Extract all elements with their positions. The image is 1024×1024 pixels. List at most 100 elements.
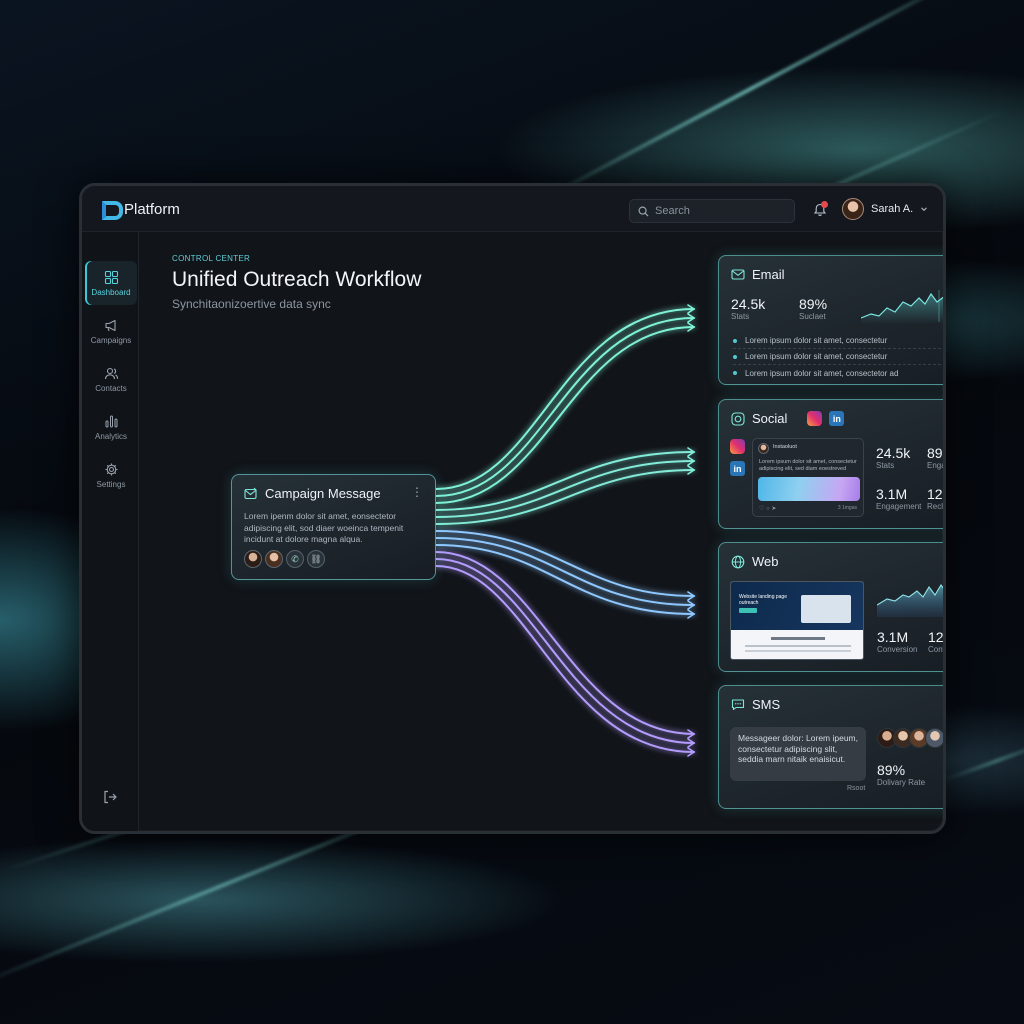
card-title: Campaign Message — [265, 486, 381, 501]
people-icon — [104, 367, 118, 379]
megaphone-icon — [104, 319, 116, 331]
website-headline: Website landing page outreach — [739, 594, 787, 606]
email-card[interactable]: Email ⋮ 24.5k Stats 89% Suclaet — [718, 255, 943, 385]
sms-message-bubble: Messageer dolor: Lorem ipeum, consectetu… — [730, 727, 866, 781]
sidebar: Dashboard Campaigns Contacts Analytics S… — [82, 232, 139, 831]
user-name: Sarah A. — [871, 203, 914, 215]
light-streak — [939, 739, 1024, 783]
flow-line-email — [435, 308, 695, 490]
search-box[interactable] — [629, 199, 795, 223]
sidebar-item-label: Campaigns — [90, 335, 132, 345]
web-card[interactable]: Web ⋮ Website landing page outreach — [718, 542, 944, 672]
social-stat: 12k Reclation — [927, 486, 944, 511]
instagram-icon[interactable] — [730, 439, 745, 454]
flow-line-email — [435, 326, 695, 504]
social-stat: 89% Engageme — [927, 445, 946, 470]
stat-value: 24.5k — [731, 296, 766, 312]
sidebar-item-label: Analytics — [94, 431, 127, 441]
social-post-preview[interactable]: Instaoluot Lorem ipsum dolor sit amet, c… — [752, 438, 864, 517]
app-window: Platform Sarah A. — [79, 183, 946, 834]
list-item[interactable]: Lorem ipsum dolor sit amet, consectetor … — [733, 365, 943, 381]
sidebar-item-analytics[interactable]: Analytics — [85, 405, 137, 449]
sms-card[interactable]: SMS ⋮ Messageer dolor: Lorem ipeum, cons… — [718, 685, 943, 809]
card-title: Email — [752, 267, 785, 282]
instagram-icon — [807, 411, 823, 426]
campaign-message-card[interactable]: Campaign Message ⋮ Lorem ipenm dolor sit… — [231, 474, 436, 580]
stat-label: Suclaet — [799, 312, 826, 321]
sidebar-item-label: Contacts — [95, 383, 127, 393]
mail-edit-icon — [244, 487, 257, 500]
list-item[interactable]: Lorem ipsum dolor sit amet, consectetur⋯ — [733, 349, 943, 365]
social-stat: 3.1M Engagement — [876, 486, 922, 511]
logo-icon — [100, 199, 123, 220]
linkedin-icon: in — [829, 411, 845, 426]
web-stat: 12k Conversion — [928, 629, 944, 654]
avatar — [842, 198, 864, 220]
gear-icon — [105, 463, 117, 475]
search-icon — [638, 206, 649, 217]
list-item[interactable]: Lorem ipsum dolor sit amet, consectetur⋯ — [733, 333, 943, 349]
campaign-participants: ✆ ⛓ — [244, 550, 325, 568]
social-card[interactable]: Social in ⋮ in Instaoluot Lorem ipsum do… — [718, 399, 946, 529]
post-author: Instaoluot — [773, 444, 797, 450]
grid-icon — [104, 270, 118, 284]
sidebar-item-label: Dashboard — [91, 287, 131, 297]
sms-stat: 89% Dolivary Rate — [877, 762, 925, 787]
chat-icon — [731, 699, 745, 711]
avatar — [265, 550, 283, 568]
sms-message-meta: Rsoot — [847, 785, 866, 792]
flow-line-web — [435, 544, 695, 615]
card-header: Web — [731, 554, 779, 569]
email-stat: 89% Suclaet — [799, 296, 827, 321]
user-menu[interactable]: Sarah A. — [842, 198, 928, 220]
light-streak — [519, 0, 980, 213]
post-footer: 3 1mgas — [837, 505, 857, 511]
email-sparkline — [861, 290, 943, 324]
flow-line-social — [435, 460, 695, 518]
card-title: SMS — [752, 697, 781, 712]
stat-label: Stats — [731, 312, 750, 321]
post-image — [758, 477, 860, 501]
bar-chart-icon — [105, 415, 117, 427]
avatar — [758, 443, 769, 454]
card-header: Email — [731, 267, 785, 282]
website-cta — [739, 608, 757, 613]
globe-icon — [731, 555, 745, 568]
notification-badge — [821, 201, 828, 208]
flow-line-social — [435, 451, 695, 511]
link-icon[interactable]: ⛓ — [307, 550, 325, 568]
sidebar-item-label: Settings — [96, 479, 126, 489]
sms-recipients — [877, 728, 943, 748]
search-input[interactable] — [655, 205, 785, 217]
sidebar-item-contacts[interactable]: Contacts — [85, 357, 137, 401]
sidebar-item-dashboard[interactable]: Dashboard — [85, 261, 137, 305]
post-text: Lorem ipsum dolor sit amet, consectetur … — [759, 459, 857, 472]
card-title: Social — [752, 411, 788, 426]
flow-line-email — [435, 317, 695, 497]
website-preview[interactable]: Website landing page outreach — [730, 581, 864, 660]
top-bar: Platform Sarah A. — [82, 186, 943, 232]
flow-line-sms — [435, 551, 695, 735]
campaign-body: Lorem ipenm dolor sit amet, eonsectetor … — [244, 511, 404, 544]
avatar — [925, 728, 943, 748]
card-header: Campaign Message — [244, 486, 381, 501]
card-header: Social in — [731, 411, 845, 426]
card-header: SMS — [731, 697, 780, 712]
stat-value: 89% — [877, 762, 906, 778]
web-stat: 3.1M Conversion — [877, 629, 918, 654]
logo[interactable]: Platform — [100, 199, 180, 220]
main-content: CONTROL CENTER Unified Outreach Workflow… — [139, 232, 943, 831]
app-name: Platform — [124, 200, 180, 218]
more-options-icon[interactable]: ⋮ — [411, 485, 423, 499]
whatsapp-icon[interactable]: ✆ — [286, 550, 304, 568]
mail-icon — [731, 269, 745, 280]
logout-icon[interactable] — [102, 789, 118, 805]
sidebar-item-campaigns[interactable]: Campaigns — [85, 309, 137, 353]
avatar — [244, 550, 262, 568]
social-stat: 24.5k Stats — [876, 445, 911, 470]
sidebar-item-settings[interactable]: Settings — [85, 453, 137, 497]
instagram-outline-icon — [731, 411, 745, 426]
post-actions-icon: ♡ ○ ➤ — [759, 506, 777, 512]
chevron-down-icon — [921, 207, 928, 212]
linkedin-icon[interactable]: in — [730, 461, 745, 476]
